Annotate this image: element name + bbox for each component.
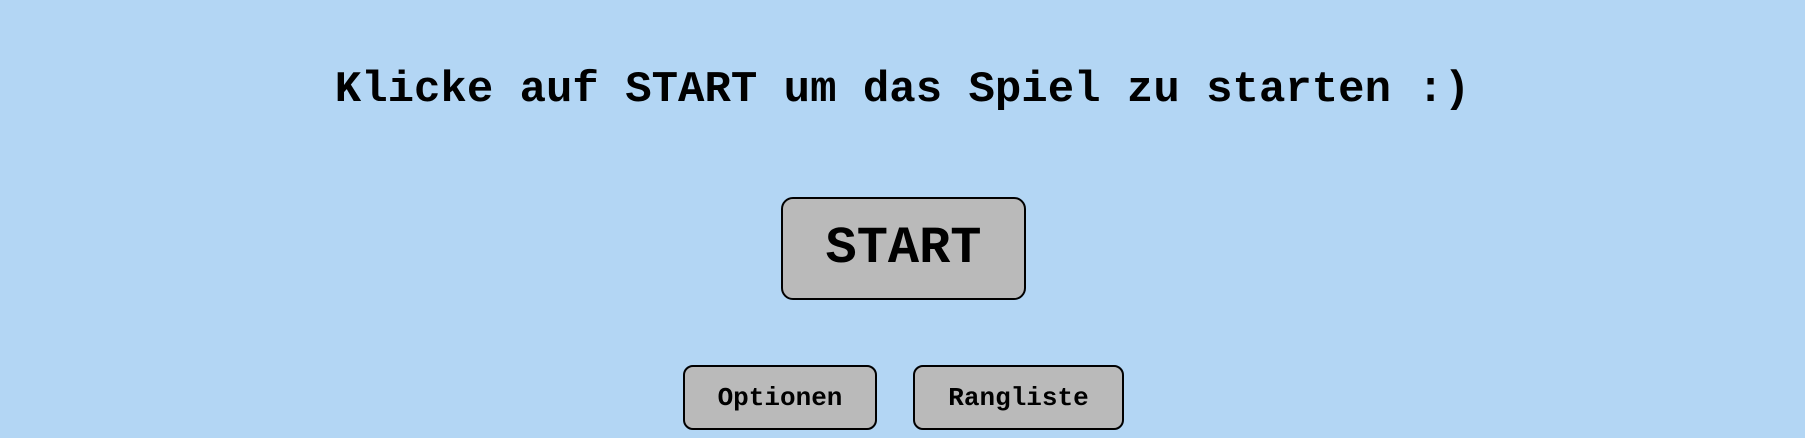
- options-button[interactable]: Optionen: [683, 365, 877, 430]
- ranking-button[interactable]: Rangliste: [913, 365, 1124, 430]
- start-button[interactable]: START: [781, 197, 1026, 300]
- start-screen-title: Klicke auf START um das Spiel zu starten…: [334, 65, 1471, 115]
